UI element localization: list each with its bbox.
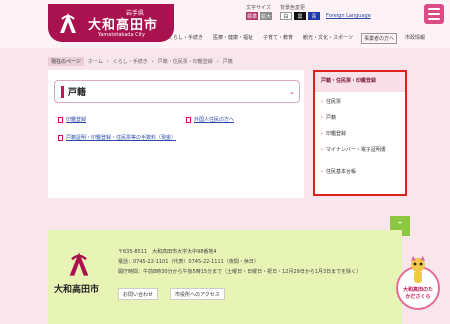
- breadcrumb-item[interactable]: くらし・手続き: [113, 58, 148, 65]
- global-nav: くらし・手続き 医療・健康・福祉 子育て・教育 観光・文化・スポーツ 事業者の方…: [166, 33, 427, 44]
- breadcrumb-item[interactable]: ホーム: [88, 58, 103, 65]
- arrow-right-icon: ›: [321, 169, 323, 175]
- mascot-badge-text: 大和高田のたかださくら: [402, 287, 433, 300]
- footer: 大和高田市 〒635-8511 大和高田市大字大中98番地4 電話：0745-2…: [48, 230, 402, 324]
- page-icon: [186, 117, 191, 123]
- text-size-standard-button[interactable]: 標準: [246, 12, 258, 20]
- link-text[interactable]: 印鑑登録: [66, 116, 86, 124]
- chevron-right-icon: ›: [151, 58, 154, 65]
- nav-item-city-info[interactable]: 市政情報: [403, 33, 427, 44]
- nav-item-culture[interactable]: 観光・文化・スポーツ: [301, 33, 355, 44]
- site-logo[interactable]: 岩手県 大和高田市 Yamatotakada City: [48, 4, 174, 42]
- sidebar-item-resident-record[interactable]: › 住民票: [315, 98, 405, 114]
- foreign-language-link[interactable]: Foreign Language: [326, 13, 371, 19]
- bg-color-label: 背景色変更: [280, 5, 306, 11]
- nav-item-education[interactable]: 子育て・教育: [261, 33, 295, 44]
- bg-black-button[interactable]: 黒: [294, 12, 306, 20]
- city-emblem-icon: [60, 13, 76, 33]
- breadcrumb-item[interactable]: 戸籍・住民票・印鑑登録: [158, 58, 213, 65]
- arrow-right-icon: ›: [321, 147, 323, 153]
- text-size-label: 文字サイズ: [246, 5, 271, 11]
- page-title: 戸籍: [68, 88, 87, 98]
- header: 岩手県 大和高田市 Yamatotakada City 文字サイズ 標準 拡大 …: [0, 0, 450, 48]
- nav-item-health[interactable]: 医療・健康・福祉: [211, 33, 255, 44]
- chevron-down-icon[interactable]: ⌄: [289, 88, 295, 96]
- footer-city-name: 大和高田市: [54, 285, 100, 295]
- arrow-right-icon: ›: [321, 131, 323, 137]
- arrow-right-icon: ›: [321, 115, 323, 121]
- footer-phone: 電話：0745-22-1101（代表）0745-22-1111（夜間・休日）: [118, 259, 259, 265]
- sidebar-item-label: マイナンバー・電子証明書: [326, 147, 386, 153]
- contact-button[interactable]: お問い合わせ: [118, 288, 159, 300]
- breadcrumb: 現在のページ ホーム › くらし・手続き › 戸籍・住民票・印鑑登録 › 戸籍: [48, 57, 233, 66]
- sidebar-item-label: 印鑑登録: [326, 131, 347, 137]
- page-icon: [58, 117, 63, 123]
- chevron-right-icon: ›: [216, 58, 219, 65]
- sidebar-item-label: 住民基本台帳: [326, 169, 357, 175]
- bg-white-button[interactable]: 白: [280, 12, 292, 20]
- chevron-right-icon: ›: [106, 58, 109, 65]
- sidebar-item-my-number[interactable]: › マイナンバー・電子証明書: [315, 146, 405, 168]
- city-name-en: Yamatotakada City: [98, 32, 145, 38]
- text-size-large-button[interactable]: 拡大: [260, 12, 272, 20]
- breadcrumb-current-label: 現在のページ: [48, 57, 84, 66]
- content-link[interactable]: 戸籍証明・印鑑登録・住民票等の手数料（現金）: [58, 134, 176, 142]
- sidebar-menu: 戸籍・住民票・印鑑登録 › 住民票 › 戸籍 › 印鑑登録 › マイナンバー・電…: [313, 70, 407, 196]
- sidebar-item-label: 戸籍: [326, 115, 337, 121]
- title-accent-bar: [61, 85, 64, 98]
- menu-button[interactable]: [424, 4, 444, 24]
- link-text[interactable]: 戸籍証明・印鑑登録・住民票等の手数料（現金）: [66, 134, 176, 142]
- sidebar-heading[interactable]: 戸籍・住民票・印鑑登録: [315, 72, 405, 92]
- access-button[interactable]: 市役所へのアクセス: [170, 288, 225, 300]
- mascot-badge[interactable]: 大和高田のたかださくら: [392, 256, 444, 320]
- content-link[interactable]: 印鑑登録: [58, 116, 168, 124]
- footer-hours: 開庁時間：午前8時30分から午後5時15分まで（土曜日・日曜日・祝日・12月29…: [118, 269, 362, 275]
- city-name: 大和高田市: [88, 18, 159, 33]
- link-text[interactable]: 外国人住民の方へ: [194, 116, 234, 124]
- nav-item-business[interactable]: 事業者の方へ: [360, 33, 397, 44]
- sidebar-item-basic-register[interactable]: › 住民基本台帳: [315, 168, 405, 182]
- hamburger-line: [428, 8, 440, 10]
- nav-item-living[interactable]: くらし・手続き: [166, 33, 205, 44]
- page-title-box: 戸籍 ⌄: [54, 80, 300, 103]
- arrow-right-icon: ›: [321, 99, 323, 105]
- footer-address: 〒635-8511 大和高田市大字大中98番地4: [118, 249, 217, 255]
- bg-blue-button[interactable]: 青: [308, 12, 320, 20]
- hamburger-line: [428, 18, 440, 20]
- hamburger-line: [428, 13, 440, 15]
- mascot-character-icon: [411, 256, 425, 283]
- page-icon: [58, 135, 63, 141]
- breadcrumb-item: 戸籍: [222, 59, 233, 65]
- sidebar-item-label: 住民票: [326, 99, 342, 105]
- sidebar-item-seal-registration[interactable]: › 印鑑登録: [315, 130, 405, 146]
- city-emblem-icon: [69, 252, 89, 276]
- sidebar-item-family-register[interactable]: › 戸籍: [315, 114, 405, 130]
- content-link[interactable]: 外国人住民の方へ: [186, 116, 296, 124]
